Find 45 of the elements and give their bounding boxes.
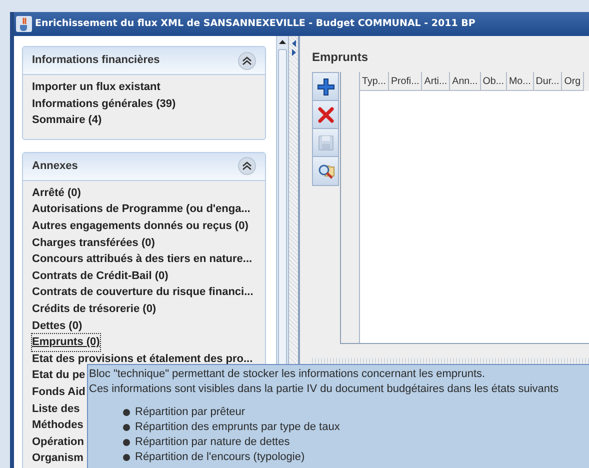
sidebar-link[interactable]: Fonds Aid: [32, 384, 86, 400]
sidebar-link[interactable]: Charges transférées (0): [32, 234, 155, 252]
sidebar-link[interactable]: Autorisations de Programme (ou d'enga...: [32, 201, 250, 218]
add-button[interactable]: [313, 73, 338, 101]
tooltip-text: Bloc "technique" permettant de stocker les informations concernant les emprunts.: [89, 367, 486, 382]
sidebar-link[interactable]: Autres engagements donnés ou reçus (0): [32, 218, 248, 235]
plus-icon[interactable]: [316, 78, 334, 96]
collapse-icon[interactable]: [238, 52, 256, 70]
sidebar-link[interactable]: Organism: [32, 450, 84, 467]
search-button[interactable]: [313, 157, 338, 185]
sidebar-link[interactable]: Méthodes: [32, 417, 84, 434]
search-icon[interactable]: [316, 162, 334, 180]
panel-title: Emprunts: [312, 49, 370, 66]
sidebar-link[interactable]: Liste des: [32, 400, 80, 418]
sidebar-link[interactable]: Contrats de Crédit-Bail (0): [32, 268, 168, 284]
sidebar-link[interactable]: Arrêté (0): [32, 184, 81, 202]
sidebar-link[interactable]: Concours attribués à des tiers en nature...: [32, 251, 252, 268]
list-item: Répartition de l'encours (typologie): [135, 450, 305, 465]
bullet-icon: [123, 409, 130, 416]
tooltip-text: Ces informations sont visibles dans la partie IV du document budgétaires dans les états suivants: [89, 382, 559, 396]
section-title[interactable]: Annexes: [32, 158, 78, 175]
sidebar-link[interactable]: Contrats de couverture du risque financi...: [32, 284, 254, 301]
up-arrow-icon[interactable]: [279, 40, 286, 44]
bullet-icon: [123, 439, 130, 446]
bullet-icon: [123, 454, 130, 461]
sidebar-link[interactable]: Dettes (0): [32, 318, 82, 334]
sidebar-link[interactable]: Opération: [32, 434, 84, 450]
collapse-icon[interactable]: [238, 157, 256, 176]
left-arrow-icon[interactable]: [292, 40, 296, 47]
cross-icon[interactable]: [316, 106, 334, 124]
delete-button[interactable]: [313, 101, 338, 129]
sidebar-link[interactable]: Etat des provisions et étalement des pro...: [32, 350, 253, 368]
java-cup-icon: [16, 16, 32, 32]
bullet-icon: [123, 424, 130, 431]
sidebar-link[interactable]: Sommaire (4): [32, 112, 102, 129]
right-arrow-icon[interactable]: [292, 49, 296, 56]
sidebar-link[interactable]: Crédits de trésorerie (0): [32, 300, 156, 318]
sidebar-link[interactable]: Etat du pe: [32, 367, 86, 384]
window-title: Enrichissement du flux XML de SANSANNEXEVILLE - Budget COMMUNAL - 2011 BP: [35, 16, 476, 31]
sidebar-link[interactable]: Emprunts (0): [32, 334, 100, 351]
list-item: Répartition des emprunts par type de taux: [135, 420, 340, 435]
list-item: Répartition par nature de dettes: [135, 435, 290, 450]
sidebar-link[interactable]: Informations générales (39): [32, 96, 176, 112]
list-item: Répartition par prêteur: [135, 405, 246, 420]
sidebar-link[interactable]: Importer un flux existant: [32, 79, 160, 96]
